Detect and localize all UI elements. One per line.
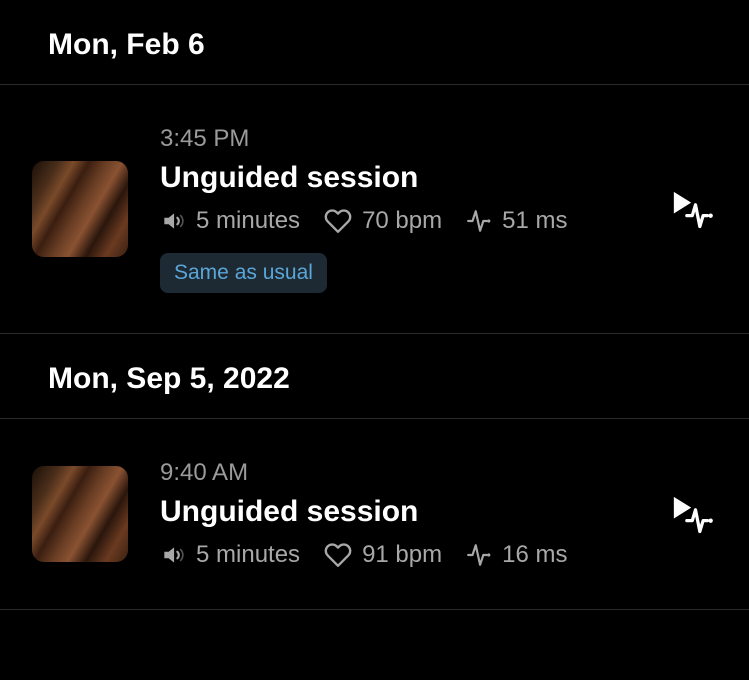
- waveform-icon: [466, 208, 492, 234]
- session-body: 3:45 PM Unguided session 5 minutes: [160, 125, 629, 293]
- date-header: Mon, Sep 5, 2022: [0, 334, 749, 419]
- bpm-stat: 70 bpm: [324, 207, 442, 235]
- duration-value: 5 minutes: [196, 541, 300, 569]
- hrv-value: 51 ms: [502, 207, 567, 235]
- heart-icon: [324, 207, 352, 235]
- speaker-icon: [160, 208, 186, 234]
- session-thumbnail: [32, 161, 128, 257]
- hrv-stat: 51 ms: [466, 207, 567, 235]
- bpm-value: 70 bpm: [362, 207, 442, 235]
- status-tag: Same as usual: [160, 253, 327, 293]
- session-stats: 5 minutes 91 bpm 16 ms: [160, 541, 629, 569]
- duration-stat: 5 minutes: [160, 541, 300, 569]
- session-row[interactable]: 9:40 AM Unguided session 5 minutes: [0, 419, 749, 610]
- hrv-value: 16 ms: [502, 541, 567, 569]
- date-header: Mon, Feb 6: [0, 0, 749, 85]
- play-waveform-icon: [663, 486, 715, 543]
- bpm-value: 91 bpm: [362, 541, 442, 569]
- duration-value: 5 minutes: [196, 207, 300, 235]
- bpm-stat: 91 bpm: [324, 541, 442, 569]
- hrv-stat: 16 ms: [466, 541, 567, 569]
- waveform-icon: [466, 542, 492, 568]
- session-title: Unguided session: [160, 495, 629, 529]
- play-button[interactable]: [661, 181, 717, 237]
- session-time: 9:40 AM: [160, 459, 629, 487]
- session-thumbnail: [32, 466, 128, 562]
- speaker-icon: [160, 542, 186, 568]
- session-stats: 5 minutes 70 bpm 51 ms: [160, 207, 629, 235]
- session-row[interactable]: 3:45 PM Unguided session 5 minutes: [0, 85, 749, 334]
- heart-icon: [324, 541, 352, 569]
- play-button[interactable]: [661, 486, 717, 542]
- duration-stat: 5 minutes: [160, 207, 300, 235]
- session-time: 3:45 PM: [160, 125, 629, 153]
- play-waveform-icon: [663, 181, 715, 238]
- session-title: Unguided session: [160, 161, 629, 195]
- session-body: 9:40 AM Unguided session 5 minutes: [160, 459, 629, 569]
